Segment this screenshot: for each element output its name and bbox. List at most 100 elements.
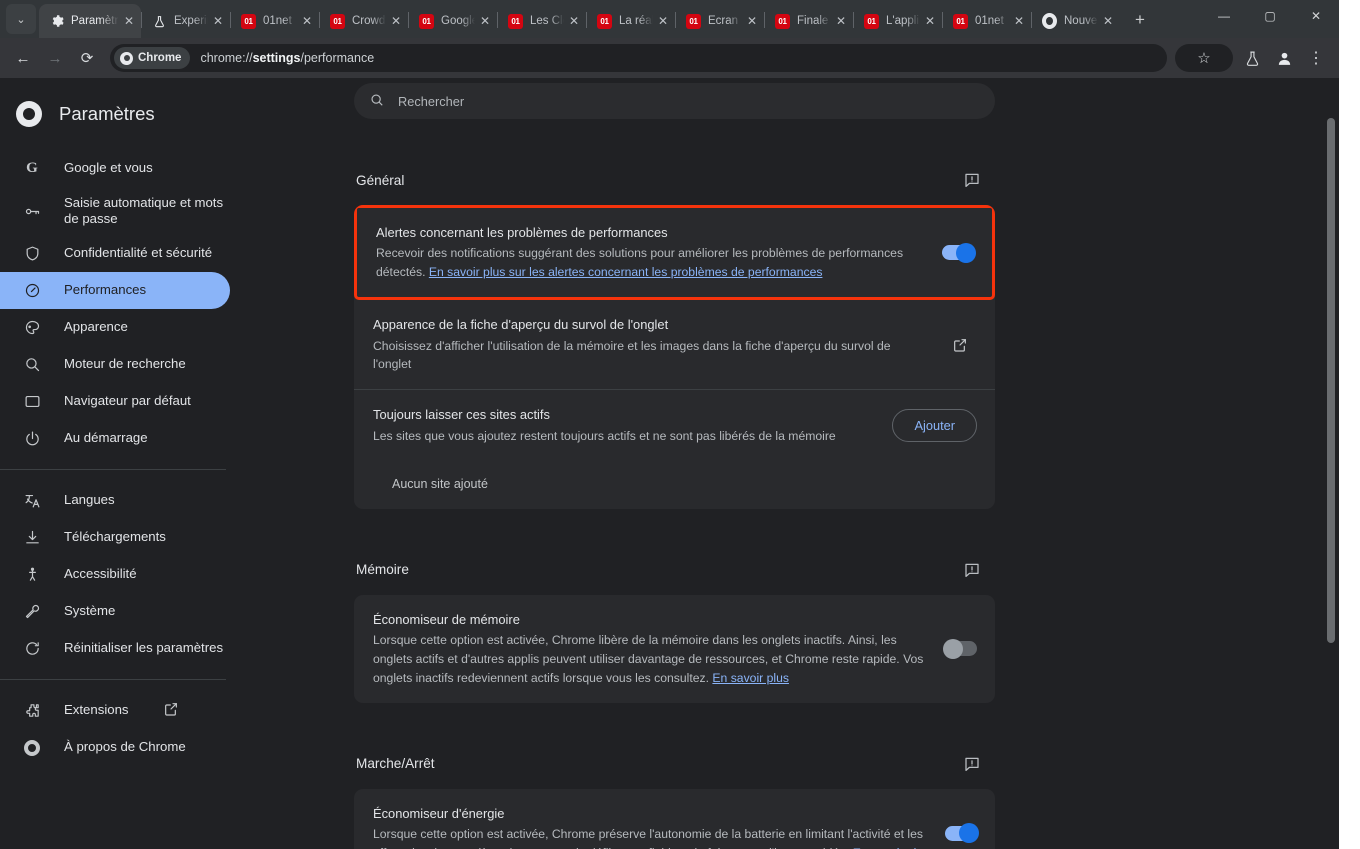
- sidebar-item-downloads[interactable]: Téléchargements: [0, 519, 230, 556]
- setting-row-energy-saver: Économiseur d'énergie Lorsque cette optio…: [354, 789, 995, 849]
- sidebar-item-on-startup[interactable]: Au démarrage: [0, 420, 230, 457]
- tab-close-button[interactable]: ✕: [833, 13, 849, 29]
- tab-hover-card-appearance-open-button[interactable]: [943, 328, 977, 362]
- browser-tab[interactable]: 01 La réalité✕: [587, 4, 675, 38]
- browser-tab[interactable]: 01 01net ✕: [231, 4, 319, 38]
- 01net-favicon: 01: [775, 13, 790, 29]
- scrollbar-thumb[interactable]: [1327, 118, 1335, 643]
- tab-strip: ⌄ Paramètres✕Experiments✕0101net✕01Crowd…: [0, 0, 1339, 38]
- tab-search-button[interactable]: ⌄: [6, 4, 36, 34]
- sidebar-item-languages[interactable]: Langues: [0, 482, 230, 519]
- feedback-icon[interactable]: [957, 555, 987, 585]
- sidebar-item-label: À propos de Chrome: [64, 739, 186, 755]
- sidebar-item-autofill-passwords[interactable]: Saisie automatique et mots de passe: [0, 187, 230, 235]
- address-bar[interactable]: Chrome chrome://settings/performance: [110, 44, 1167, 72]
- browser-tab[interactable]: 01 Google ✕: [409, 4, 497, 38]
- browser-tab[interactable]: 01 L'appli ✕: [854, 4, 942, 38]
- new-tab-button[interactable]: +: [1126, 6, 1154, 34]
- settings-content: Rechercher Général Alertes concernant les…: [354, 78, 995, 849]
- settings-search-bar[interactable]: Rechercher: [354, 83, 995, 119]
- browser-tab[interactable]: Paramètres✕: [39, 4, 141, 38]
- feedback-icon[interactable]: [957, 165, 987, 195]
- sidebar-item-accessibility[interactable]: Accessibilité: [0, 556, 230, 593]
- close-window-button[interactable]: ✕: [1293, 0, 1339, 32]
- setting-text: Économiseur de mémoire Lorsque cette opti…: [373, 610, 933, 688]
- sidebar-item-privacy-security[interactable]: Confidentialité et sécurité: [0, 235, 230, 272]
- sidebar-item-appearance[interactable]: Apparence: [0, 309, 230, 346]
- sidebar-item-extensions[interactable]: Extensions: [0, 692, 230, 729]
- browser-tab[interactable]: 01 Écran ✕: [676, 4, 764, 38]
- energy-saver-toggle[interactable]: [945, 823, 979, 844]
- maximize-icon: ▢: [1264, 9, 1276, 23]
- section-title: Mémoire: [356, 562, 409, 578]
- 01net-favicon: 01: [330, 13, 345, 29]
- tab-close-button[interactable]: ✕: [1100, 13, 1116, 29]
- sidebar-item-google-and-you[interactable]: G Google et vous: [0, 150, 230, 187]
- chrome-chip-label: Chrome: [138, 52, 182, 64]
- setting-row-performance-alerts: Alertes concernant les problèmes de perf…: [357, 208, 992, 297]
- download-icon: [22, 528, 42, 548]
- 01net-favicon: 01: [953, 13, 968, 29]
- empty-site-list: Aucun site ajouté: [392, 476, 488, 491]
- sidebar-item-reset-settings[interactable]: Réinitialiser les paramètres: [0, 630, 230, 667]
- performance-alerts-toggle[interactable]: [942, 242, 976, 263]
- chrome-icon: [22, 738, 42, 758]
- tab-close-button[interactable]: ✕: [744, 13, 760, 29]
- tab-close-button[interactable]: ✕: [566, 13, 582, 29]
- add-site-button[interactable]: Ajouter: [892, 408, 977, 442]
- browser-tab[interactable]: Nouvel onglet✕: [1032, 4, 1120, 38]
- tab-title: Google: [441, 15, 475, 27]
- sidebar-item-label: Au démarrage: [64, 430, 148, 446]
- learn-more-link[interactable]: En savoir plus: [712, 671, 789, 685]
- minimize-button[interactable]: —: [1201, 0, 1247, 32]
- memory-saver-toggle[interactable]: [943, 638, 977, 659]
- settings-sections: Général Alertes concernant les problèmes …: [354, 165, 995, 849]
- learn-more-link[interactable]: En savoir plus sur les alertes concernan…: [429, 265, 823, 279]
- sidebar-item-label: Système: [64, 603, 116, 619]
- browser-tab[interactable]: 01 Finale ✕: [765, 4, 853, 38]
- browser-tab[interactable]: 01 Crowdfunding✕: [320, 4, 408, 38]
- chrome-menu-button[interactable]: ⋮: [1301, 43, 1331, 73]
- sidebar-item-performance[interactable]: Performances: [0, 272, 230, 309]
- sidebar-divider-2: [0, 679, 226, 680]
- tab-close-button[interactable]: ✕: [121, 13, 137, 29]
- page-scrollbar[interactable]: [1327, 78, 1335, 849]
- tab-close-button[interactable]: ✕: [477, 13, 493, 29]
- feedback-icon[interactable]: [957, 749, 987, 779]
- tab-favicon: 01: [597, 13, 612, 29]
- tab-close-button[interactable]: ✕: [388, 13, 404, 29]
- accessibility-icon: [22, 565, 42, 585]
- tab-close-button[interactable]: ✕: [922, 13, 938, 29]
- browser-tab[interactable]: 01 Les Clés✕: [498, 4, 586, 38]
- setting-row-tab-hover-card-appearance: Apparence de la fiche d'aperçu du survol…: [354, 300, 995, 389]
- sidebar-item-about-chrome[interactable]: À propos de Chrome: [0, 729, 230, 766]
- chrome-origin-chip[interactable]: Chrome: [114, 47, 191, 69]
- tab-title: Experiments: [174, 15, 208, 27]
- sidebar-item-label: Extensions: [64, 702, 129, 718]
- tab-close-button[interactable]: ✕: [1011, 13, 1027, 29]
- three-dots-icon: ⋮: [1308, 50, 1324, 67]
- settings-card: Alertes concernant les problèmes de perf…: [354, 205, 995, 509]
- tab-title: Nouvel onglet: [1064, 15, 1098, 27]
- bookmark-button[interactable]: ☆: [1175, 44, 1233, 72]
- forward-button[interactable]: →: [40, 43, 70, 73]
- back-button[interactable]: ←: [8, 43, 38, 73]
- settings-sidebar: Paramètres G Google et vous Saisie automat…: [0, 78, 242, 849]
- 01net-favicon: 01: [419, 13, 434, 29]
- tab-close-button[interactable]: ✕: [210, 13, 226, 29]
- labs-button[interactable]: [1237, 43, 1267, 73]
- browser-tab[interactable]: 01 01net ✕: [943, 4, 1031, 38]
- sidebar-item-system[interactable]: Système: [0, 593, 230, 630]
- tab-close-button[interactable]: ✕: [299, 13, 315, 29]
- section-header: Général: [354, 165, 995, 195]
- key-icon: [22, 201, 42, 221]
- reload-button[interactable]: ⟳: [72, 43, 102, 73]
- settings-card: Économiseur de mémoire Lorsque cette opti…: [354, 594, 995, 703]
- browser-tab[interactable]: Experiments✕: [142, 4, 230, 38]
- tab-close-button[interactable]: ✕: [655, 13, 671, 29]
- maximize-button[interactable]: ▢: [1247, 0, 1293, 32]
- profile-button[interactable]: [1269, 43, 1299, 73]
- tab-title: Paramètres: [71, 15, 119, 27]
- sidebar-item-default-browser[interactable]: Navigateur par défaut: [0, 383, 230, 420]
- sidebar-item-search-engine[interactable]: Moteur de recherche: [0, 346, 230, 383]
